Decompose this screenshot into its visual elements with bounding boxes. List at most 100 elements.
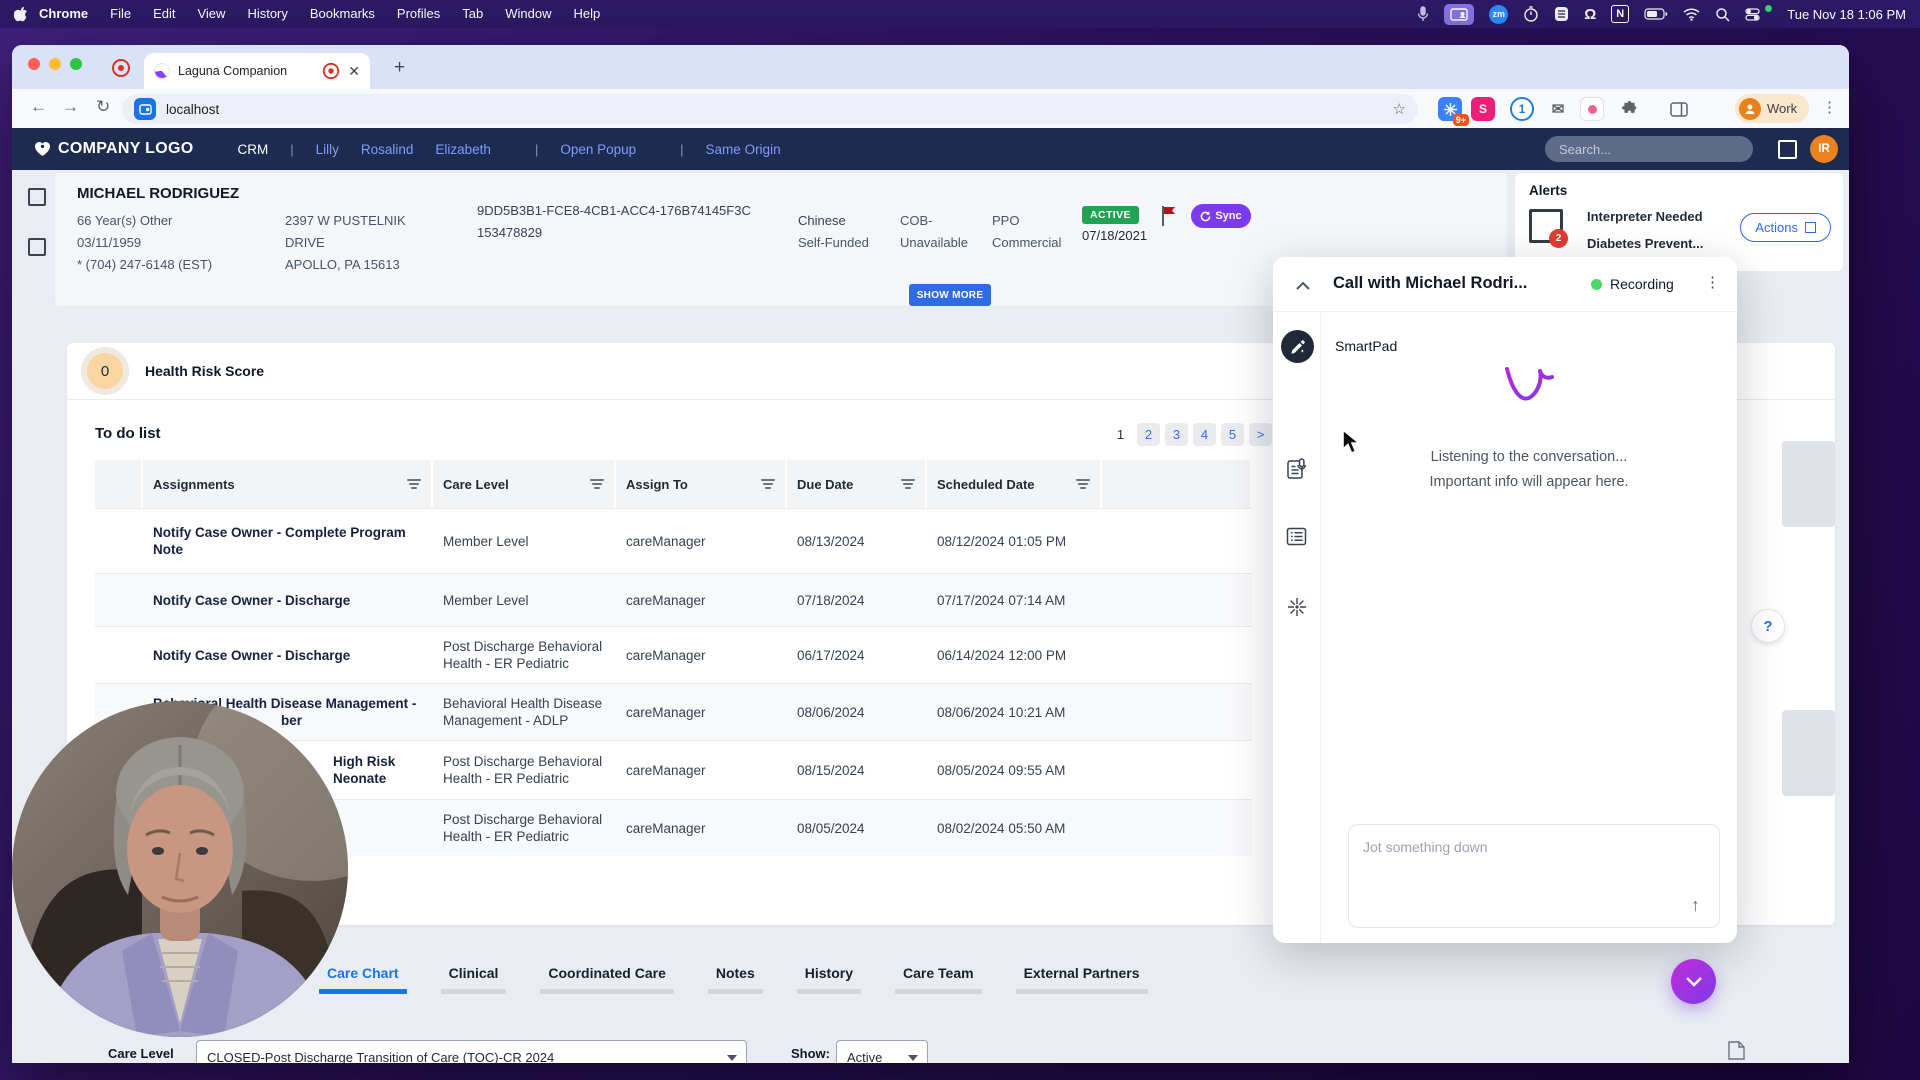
menubar-item-bookmarks[interactable]: Bookmarks [299,0,386,28]
control-center-icon[interactable] [1745,7,1760,21]
show-filter-select[interactable]: Active [836,1040,928,1063]
webcam-video-overlay[interactable] [12,701,348,1037]
bookmark-star-icon[interactable]: ☆ [1393,100,1406,118]
extension-1password-icon[interactable]: 1 [1510,97,1534,121]
collapse-chevron-icon[interactable] [1295,278,1311,296]
timer-icon[interactable] [1523,6,1539,22]
tab-care-chart[interactable]: Care Chart [319,965,407,994]
actions-button[interactable]: Actions [1740,213,1831,242]
rail-checkbox-1[interactable] [28,188,46,206]
menubar-clock[interactable]: Tue Nov 18 1:06 PM [1787,7,1906,22]
help-button[interactable]: ? [1751,609,1785,643]
filter-icon[interactable] [407,478,421,490]
screen-share-icon[interactable] [1444,3,1475,25]
menubar-item-file[interactable]: File [99,0,142,28]
header-assign-to[interactable]: Assign To [616,460,785,508]
omega-app-icon[interactable]: Ω [1584,6,1596,23]
crm-nav-label[interactable]: CRM [237,142,268,157]
close-window-button[interactable] [28,58,40,70]
note-input[interactable] [1348,824,1720,928]
menubar-item-view[interactable]: View [186,0,236,28]
expand-square-icon[interactable] [1778,140,1797,159]
menubar-item-profiles[interactable]: Profiles [386,0,451,28]
browser-menu-button[interactable]: ⋮ [1822,98,1837,116]
call-menu-button[interactable]: ⋮ [1705,273,1720,291]
save-note-icon[interactable] [1728,1041,1745,1063]
side-panel-icon[interactable] [1667,97,1691,121]
filter-icon[interactable] [761,478,775,490]
tab-clinical[interactable]: Clinical [440,965,507,994]
tab-history[interactable]: History [796,965,861,994]
listening-text: Listening to the conversation... [1430,449,1628,465]
page-5[interactable]: 5 [1221,423,1244,446]
tab-care-team[interactable]: Care Team [895,965,982,994]
browser-tab-laguna-companion[interactable]: Laguna Companion ✕ [144,53,370,89]
apple-logo-icon[interactable] [14,6,28,22]
care-level-select[interactable]: CLOSED-Post Discharge Transition of Care… [196,1040,747,1063]
show-more-button[interactable]: SHOW MORE [909,284,991,306]
filter-icon[interactable] [590,478,604,490]
search-input[interactable] [1545,136,1753,162]
extensions-puzzle-icon[interactable] [1617,97,1641,121]
filter-icon[interactable] [901,478,915,490]
scroll-down-fab[interactable] [1671,959,1716,1004]
tab-coordinated-care[interactable]: Coordinated Care [540,965,674,994]
page-2[interactable]: 2 [1137,423,1160,446]
ai-sparkle-icon[interactable] [1286,596,1308,623]
header-assignments[interactable]: Assignments [143,460,431,508]
header-scheduled-date[interactable]: Scheduled Date [927,460,1100,508]
nav-link-open-popup[interactable]: Open Popup [560,142,636,157]
send-note-icon[interactable]: ↑ [1691,895,1700,916]
tab-close-icon[interactable]: ✕ [348,63,360,80]
table-row[interactable]: Notify Case Owner - Discharge Post Disch… [95,626,1252,683]
page-3[interactable]: 3 [1165,423,1188,446]
table-row[interactable]: Notify Case Owner - Discharge Member Lev… [95,573,1252,626]
list-app-icon[interactable] [1554,6,1569,22]
minimize-window-button[interactable] [49,58,61,70]
address-bar[interactable]: localhost ☆ [122,94,1418,124]
nav-link-lilly[interactable]: Lilly [316,142,339,157]
extension-chat-icon[interactable] [1580,97,1604,121]
zoom-app-icon[interactable]: zm [1489,4,1509,24]
smartpad-icon[interactable] [1281,330,1314,363]
nav-link-elizabeth[interactable]: Elizabeth [435,142,491,157]
flag-icon[interactable] [1160,205,1178,232]
new-tab-button[interactable]: + [394,57,405,79]
extension-s-icon[interactable]: S [1471,97,1495,121]
page-next[interactable]: > [1249,423,1272,446]
reload-button[interactable]: ↻ [96,97,110,117]
nav-link-same-origin[interactable]: Same Origin [706,142,781,157]
wifi-icon[interactable] [1683,8,1700,21]
transcript-icon[interactable] [1286,458,1307,486]
notion-app-icon[interactable]: N [1611,5,1630,23]
spotlight-search-icon[interactable] [1715,7,1730,22]
profile-chip[interactable]: Work [1735,94,1810,123]
table-row[interactable]: Notify Case Owner - Complete Program Not… [95,508,1252,573]
user-avatar[interactable]: IR [1810,135,1838,163]
form-icon[interactable] [1286,527,1307,551]
filter-icon[interactable] [1076,478,1090,490]
menubar-item-help[interactable]: Help [563,0,612,28]
header-care-level[interactable]: Care Level [433,460,614,508]
url-text[interactable]: localhost [166,102,1383,117]
extension-meet-icon[interactable]: 9+ [1438,97,1469,126]
back-button[interactable]: ← [30,97,47,117]
menubar-item-history[interactable]: History [236,0,298,28]
menubar-item-window[interactable]: Window [494,0,562,28]
menubar-item-edit[interactable]: Edit [142,0,186,28]
page-1[interactable]: 1 [1109,423,1132,446]
sync-button[interactable]: Sync [1191,204,1251,228]
menubar-item-tab[interactable]: Tab [451,0,494,28]
page-4[interactable]: 4 [1193,423,1216,446]
company-logo[interactable]: COMPANY LOGO [34,140,193,158]
zoom-window-button[interactable] [70,58,82,70]
tab-external-partners[interactable]: External Partners [1015,965,1148,994]
tab-notes[interactable]: Notes [707,965,763,994]
menubar-item-chrome[interactable]: Chrome [28,0,99,28]
extension-mail-icon[interactable]: ✉ [1546,97,1570,121]
forward-button[interactable]: → [62,97,79,117]
header-due-date[interactable]: Due Date [787,460,925,508]
microphone-icon[interactable] [1417,6,1429,22]
nav-link-rosalind[interactable]: Rosalind [361,142,414,157]
rail-checkbox-2[interactable] [28,238,46,256]
